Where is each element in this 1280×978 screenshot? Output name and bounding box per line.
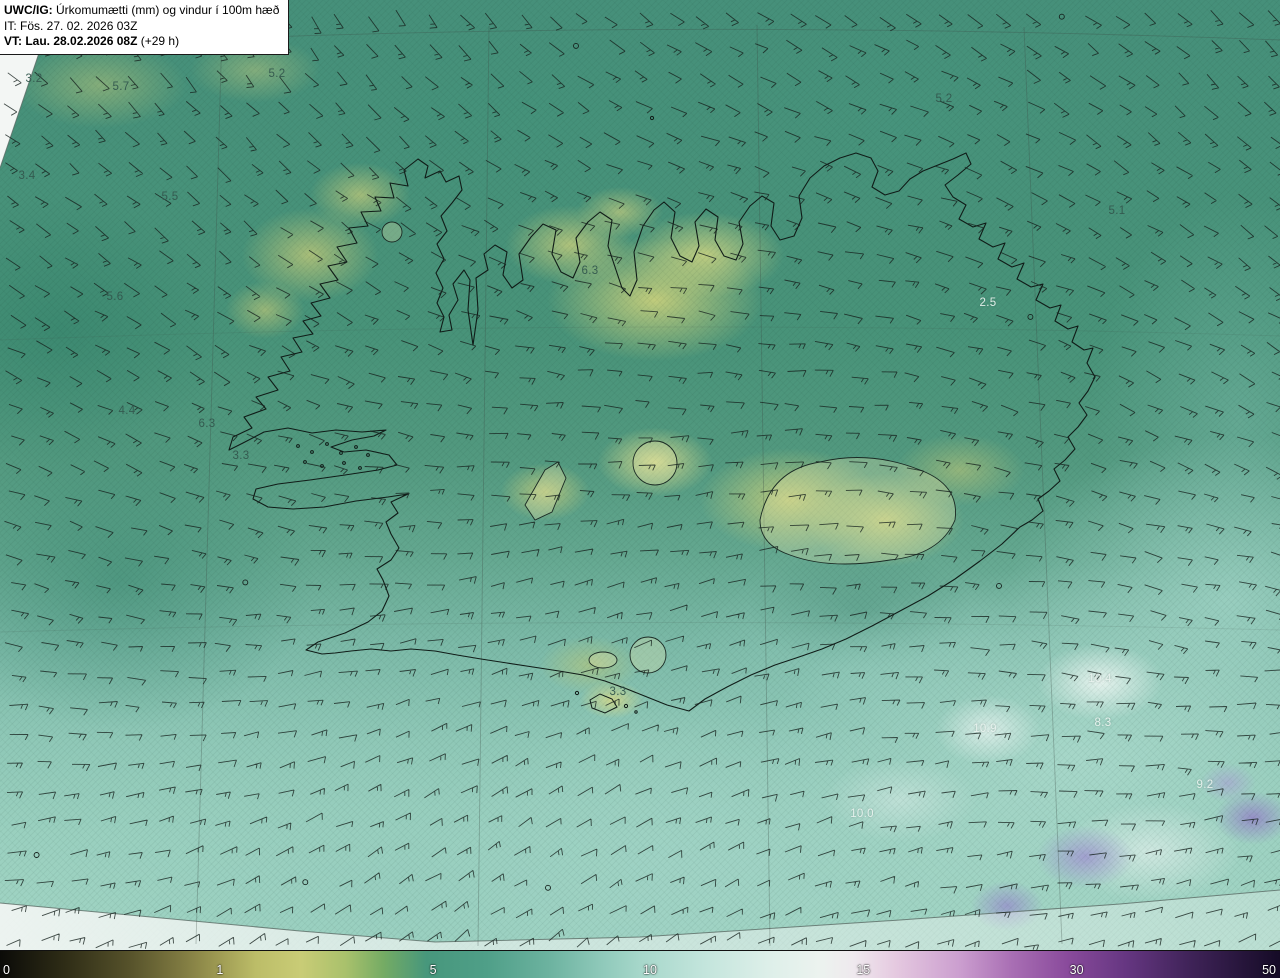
colorbar-tick: 10 — [643, 963, 657, 977]
value-label: 6.3 — [198, 418, 216, 430]
colorbar-tick: 15 — [856, 963, 871, 977]
value-label: 5.2 — [268, 68, 286, 80]
colorbar-tick: 50 — [1262, 963, 1276, 977]
value-label: 10.9 — [973, 723, 997, 735]
value-label: 3.3 — [609, 686, 627, 698]
map-title-line: UWC/IG: Úrkomumætti (mm) og vindur í 100… — [4, 3, 279, 19]
map-title: Úrkomumætti (mm) og vindur í 100m hæð — [52, 3, 280, 17]
colorbar-tick: 0 — [3, 963, 10, 977]
value-labels-layer: 3.2 5.7 5.2 5.2 3.4 5.5 5.1 5.6 6.3 2.5 4.4 6.3 3.3 3… — [0, 0, 1280, 950]
value-label: 3.4 — [18, 170, 36, 182]
value-label: 9.2 — [1196, 779, 1214, 791]
value-label: 10.4 — [1088, 673, 1112, 685]
value-label: 6.3 — [581, 265, 599, 277]
colorbar-tick: 30 — [1069, 963, 1084, 977]
init-time: IT: Fös. 27. 02. 2026 03Z — [4, 18, 138, 33]
value-label: 8.3 — [1094, 717, 1112, 729]
value-label: 5.5 — [161, 191, 179, 203]
weather-map-page: 3.2 5.7 5.2 5.2 3.4 5.5 5.1 5.6 6.3 2.5 4.4 6.3 3.3 3… — [0, 0, 1280, 978]
value-label: 5.1 — [1108, 205, 1126, 217]
value-label: 10.0 — [850, 808, 874, 820]
value-label: 5.2 — [935, 93, 953, 105]
valid-offset: (+29 h) — [137, 34, 180, 49]
value-label: 4.4 — [118, 405, 136, 417]
precip-colorbar: 0 1 5 10 15 30 50 — [0, 950, 1280, 978]
model-name: UWC/IG: — [4, 3, 53, 17]
colorbar-tick: 1 — [216, 963, 224, 977]
value-label: 5.7 — [112, 81, 130, 93]
colorbar-tick: 5 — [429, 963, 437, 977]
valid-time-line: VT: Lau. 28.02.2026 08Z (+29 h) — [4, 34, 279, 50]
valid-time: VT: Lau. 28.02.2026 08Z — [4, 34, 138, 49]
value-label: 5.6 — [106, 291, 124, 303]
value-label: 2.5 — [979, 297, 997, 309]
title-box: UWC/IG: Úrkomumætti (mm) og vindur í 100… — [0, 0, 290, 55]
value-label: 3.3 — [232, 450, 250, 462]
value-label: 3.2 — [25, 73, 43, 85]
